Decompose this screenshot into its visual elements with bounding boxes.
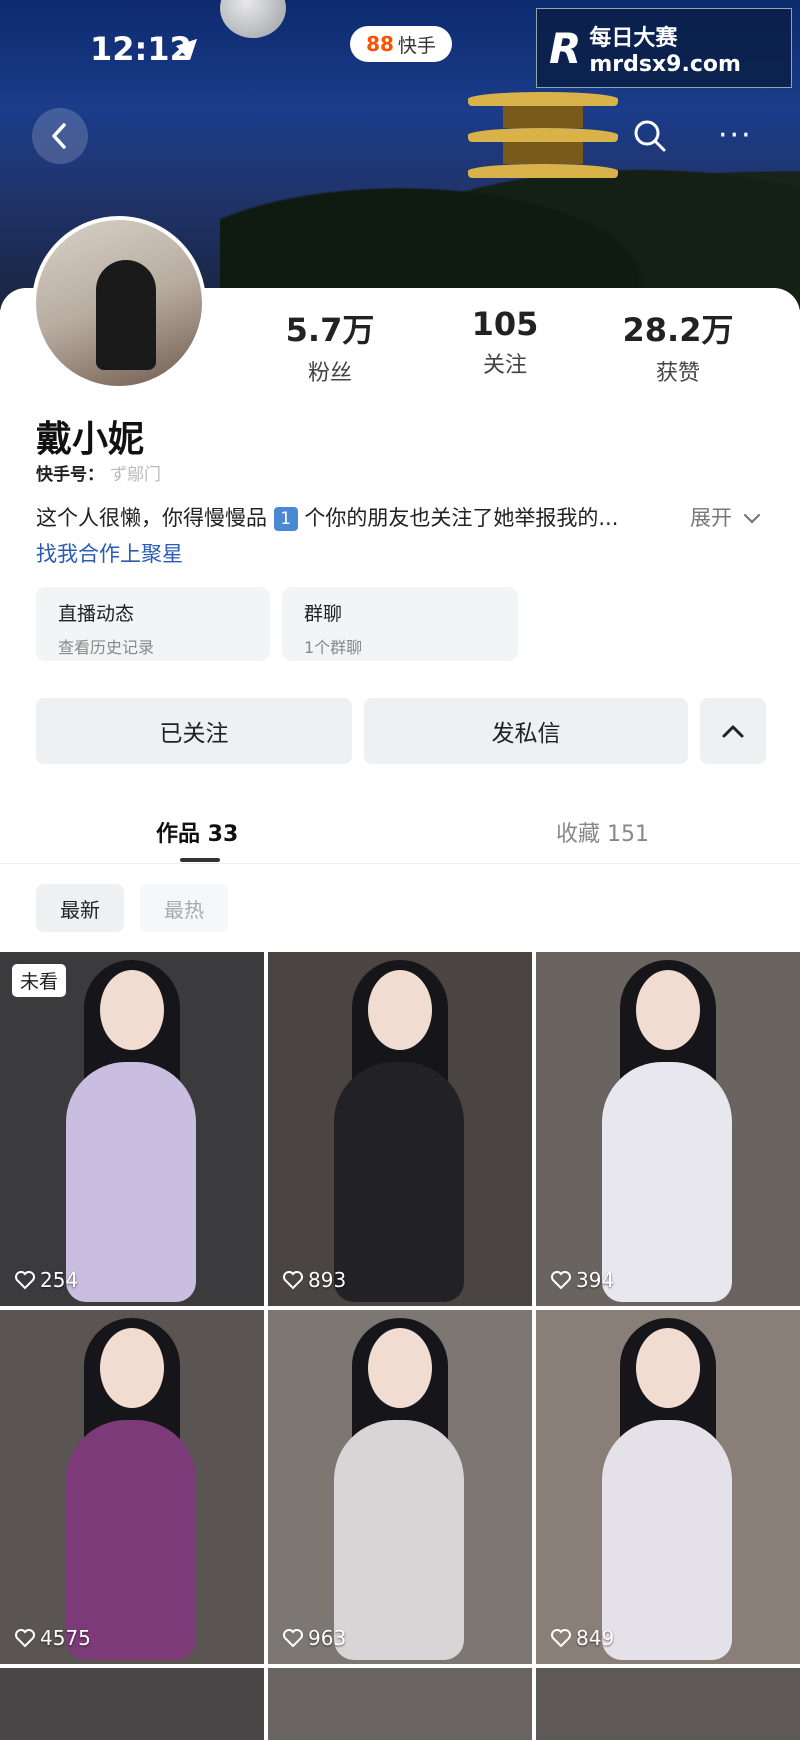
friend-count-badge: 1: [273, 507, 298, 531]
message-button[interactable]: 发私信: [364, 698, 688, 764]
stat-value: 105: [471, 305, 539, 343]
video-thumbnail[interactable]: 963: [268, 1310, 532, 1664]
kuaishou-id-label: 快手号：: [36, 465, 104, 485]
like-count-value: 254: [40, 1268, 79, 1292]
stat-label: 关注: [482, 353, 527, 378]
stat-followers[interactable]: 5.7万 粉丝: [230, 305, 430, 387]
tab-works[interactable]: 作品 33: [156, 816, 238, 848]
chevron-left-icon: [52, 123, 66, 149]
pagoda-image: [468, 92, 618, 202]
chevron-up-icon: [722, 725, 744, 738]
heart-icon: [551, 1271, 571, 1290]
like-count-value: 849: [576, 1626, 615, 1650]
stat-following[interactable]: 105 关注: [405, 305, 605, 379]
card-title: 直播动态: [58, 603, 135, 625]
profile-name: 戴小妮: [36, 419, 145, 460]
heart-icon: [283, 1629, 303, 1648]
heart-icon: [283, 1271, 303, 1290]
card-title: 群聊: [304, 603, 343, 625]
search-icon: [634, 120, 666, 152]
video-thumbnail[interactable]: 893: [268, 952, 532, 1306]
stat-label: 粉丝: [307, 361, 352, 386]
search-button[interactable]: [632, 118, 668, 154]
followed-button[interactable]: 已关注: [36, 698, 352, 764]
video-thumbnail[interactable]: [536, 1668, 800, 1740]
avatar[interactable]: [32, 216, 206, 390]
stat-label: 获赞: [655, 361, 700, 386]
video-thumbnail[interactable]: 未看 254: [0, 952, 264, 1306]
chevron-down-icon: [743, 513, 760, 524]
sort-newest[interactable]: 最新: [36, 884, 124, 932]
watermark: R 每日大赛 mrdsx9.com: [536, 8, 792, 88]
card-subtitle: 查看历史记录: [58, 638, 155, 657]
like-count-value: 4575: [40, 1626, 91, 1650]
group-chat-card[interactable]: 群聊 1个群聊: [282, 587, 518, 661]
stat-value: 5.7万: [285, 311, 375, 349]
kuaishou-id-value: ず鄔门: [110, 465, 161, 485]
status-time: 12:12: [90, 30, 192, 68]
kuaishou-id[interactable]: 快手号： ず鄔门: [36, 460, 161, 485]
like-count-value: 893: [308, 1268, 347, 1292]
like-count-value: 394: [576, 1268, 615, 1292]
moon-image: [220, 0, 286, 38]
video-thumbnail[interactable]: 849: [536, 1310, 800, 1664]
content-tabs: 作品 33 收藏 151: [0, 800, 800, 864]
active-tab-indicator: [180, 858, 220, 862]
video-thumbnail[interactable]: 394: [536, 952, 800, 1306]
expand-bio-button[interactable]: 展开: [690, 502, 761, 532]
watermark-logo: R: [549, 23, 582, 73]
video-thumbnail[interactable]: [268, 1668, 532, 1740]
video-thumbnail[interactable]: 4575: [0, 1310, 264, 1664]
tab-favorites[interactable]: 收藏 151: [556, 816, 649, 848]
back-button[interactable]: [32, 108, 88, 164]
unseen-badge: 未看: [12, 964, 67, 997]
sort-hottest[interactable]: 最热: [140, 884, 228, 932]
stat-likes[interactable]: 28.2万 获赞: [578, 305, 778, 387]
heart-icon: [15, 1629, 35, 1648]
live-history-card[interactable]: 直播动态 查看历史记录: [36, 587, 270, 661]
kuaishou-logo-icon: 88: [366, 32, 394, 56]
watermark-title: 每日大赛: [589, 25, 678, 51]
card-subtitle: 1个群聊: [304, 638, 363, 657]
like-count: 963: [282, 1626, 346, 1650]
app-name: 快手: [397, 34, 436, 57]
like-count: 4575: [14, 1626, 91, 1650]
watermark-url: mrdsx9.com: [589, 51, 741, 77]
like-count: 849: [550, 1626, 614, 1650]
video-thumbnail[interactable]: [0, 1668, 264, 1740]
like-count: 394: [550, 1268, 614, 1292]
avatar-figure: [96, 260, 156, 370]
stat-value: 28.2万: [622, 311, 734, 349]
like-count: 254: [14, 1268, 78, 1292]
more-button[interactable]: ···: [718, 118, 753, 153]
business-link[interactable]: 找我合作上聚星: [36, 538, 183, 568]
heart-icon: [551, 1629, 571, 1648]
bio-text: 这个人很懒，你得慢慢品: [36, 506, 267, 530]
app-badge: 88 快手: [350, 26, 452, 62]
bio-text-rest: 个你的朋友也关注了她举报我的...: [304, 506, 619, 530]
heart-icon: [15, 1271, 35, 1290]
profile-bio: 这个人很懒，你得慢慢品 1 个你的朋友也关注了她举报我的...: [36, 502, 656, 532]
collapse-button[interactable]: [700, 698, 766, 764]
like-count: 893: [282, 1268, 346, 1292]
expand-label: 展开: [690, 506, 732, 530]
like-count-value: 963: [308, 1626, 347, 1650]
